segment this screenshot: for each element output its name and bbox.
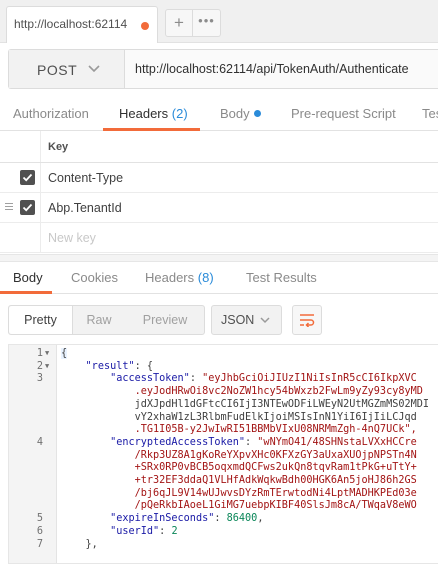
code-line: vY2xhaW1zL3RlbmFudElkIjoiMSIsInN1YiI6IjI… [61,411,417,423]
code-line: "accessToken": "eyJhbGciOiJIUzI1NiIsInR5… [110,373,417,385]
key-column-header: Key [48,141,69,153]
code-line: "userId": 2 [110,525,178,537]
wrap-lines-icon [300,314,315,327]
table-row: Abp.TenantId [0,193,438,223]
request-tab[interactable]: http://localhost:62114 [6,6,158,43]
code-line: +SRx0RP0vBCB5oqxmdQCFws2ukQn8tqvRam1tPkG… [61,462,417,474]
code-line: "expireInSeconds": 86400, [110,513,264,525]
line-number: 5 [36,513,43,525]
format-label: JSON [221,313,255,327]
pretty-button[interactable]: Pretty [9,306,73,334]
line-number: 4 [36,436,43,448]
code-line: .eyJodHRwOi8vc2NoZW1hcy54bWxzb2FwLm9yZy9… [61,386,423,398]
new-tab-button[interactable]: + [165,9,193,37]
drag-handle-icon[interactable] [5,203,13,212]
tab-tests[interactable]: Tes [422,106,438,121]
chevron-down-icon [260,317,270,324]
tab-strip: http://localhost:62114 + ••• [0,0,438,43]
more-tabs-button[interactable]: ••• [193,9,221,37]
section-divider [0,254,438,262]
code-line: +tr32EF3ddaQ1VLHfAdkWqkwBdh00HGK6An5joHJ… [61,475,417,486]
header-key[interactable]: Abp.TenantId [48,201,122,215]
response-tab-cookies[interactable]: Cookies [71,270,118,285]
format-select[interactable]: JSON [211,305,282,335]
check-icon [22,173,33,182]
code-line: .TG1I05B-y2JwIwRI51BBMbVIxU08NRMmZgh-4nQ… [61,424,417,436]
response-headers-count: (8) [197,270,214,285]
wrap-lines-button[interactable] [292,305,322,335]
code-line: { [61,348,68,359]
view-mode-group: Pretty Raw Preview [8,305,205,335]
code-line: "result": { [85,360,154,372]
url-input[interactable]: http://localhost:62114/api/TokenAuth/Aut… [135,62,409,76]
header-enabled-checkbox[interactable] [20,200,35,215]
preview-button[interactable]: Preview [125,306,205,334]
new-key-input[interactable]: New key [48,231,96,245]
body-modified-dot [253,110,261,117]
raw-button[interactable]: Raw [73,306,125,334]
code-line: /pQeRkbIAoeL1GiMG7uebpKIBF40SlsJm8cA/TWq… [61,500,417,512]
tab-body[interactable]: Body [220,106,261,121]
line-number: 2 [36,360,43,372]
line-number: 3 [36,373,43,385]
response-tabs: Body Cookies Headers (8) Test Results [0,262,438,294]
fold-toggle-icon[interactable]: ▼ [45,349,55,357]
table-row-new: New key [0,223,438,253]
method-label: POST [37,62,78,78]
line-number: 6 [36,525,43,537]
fold-toggle-icon[interactable]: ▼ [45,362,55,370]
code-line: }, [61,538,98,550]
chevron-down-icon [88,65,100,73]
request-tabs: Authorization Headers (2) Body Pre-reque… [0,95,438,131]
tab-authorization[interactable]: Authorization [13,106,89,121]
table-row: Content-Type [0,163,438,193]
response-tab-body[interactable]: Body [13,270,43,285]
line-number-gutter: 1 ▼ 2 ▼ 3 4 5 6 7 [9,345,57,563]
method-select[interactable]: POST [9,50,125,88]
header-key[interactable]: Content-Type [48,171,123,185]
code-line: "encryptedAccessToken": "wNYmO41/48SHNst… [110,436,417,448]
code-line: /bj6qJL9V14wUJwvsDYzRmTErwtodNi4LptMADHK… [61,487,417,499]
request-tab-title: http://localhost:62114 [14,17,128,31]
table-header: Key [0,131,438,163]
active-response-tab-indicator [0,291,52,294]
header-enabled-checkbox[interactable] [20,170,35,185]
response-body-viewer[interactable]: 1 ▼ 2 ▼ 3 4 5 6 7 { "result": { "accessToken": "… [8,344,438,564]
url-bar: POST http://localhost:62114/api/TokenAut… [8,49,438,89]
unsaved-indicator [141,22,149,30]
line-number: 7 [36,538,43,550]
response-tab-headers[interactable]: Headers (8) [145,270,214,285]
code-line: jdXJpdHl1dGFtcCI6IjI3NTEwODFiLWEyN2UtMGZ… [61,398,430,410]
code-line: /Rkp3UZ8A1gKoReYXpvXHc0KFXzGY3aUxaXUOjpN… [61,449,417,461]
check-icon [22,203,33,212]
headers-count: (2) [171,106,188,121]
tab-pre-request-script[interactable]: Pre-request Script [291,106,396,121]
line-number: 1 [36,348,43,359]
tab-headers[interactable]: Headers (2) [119,106,188,121]
response-tab-test-results[interactable]: Test Results [246,270,317,285]
